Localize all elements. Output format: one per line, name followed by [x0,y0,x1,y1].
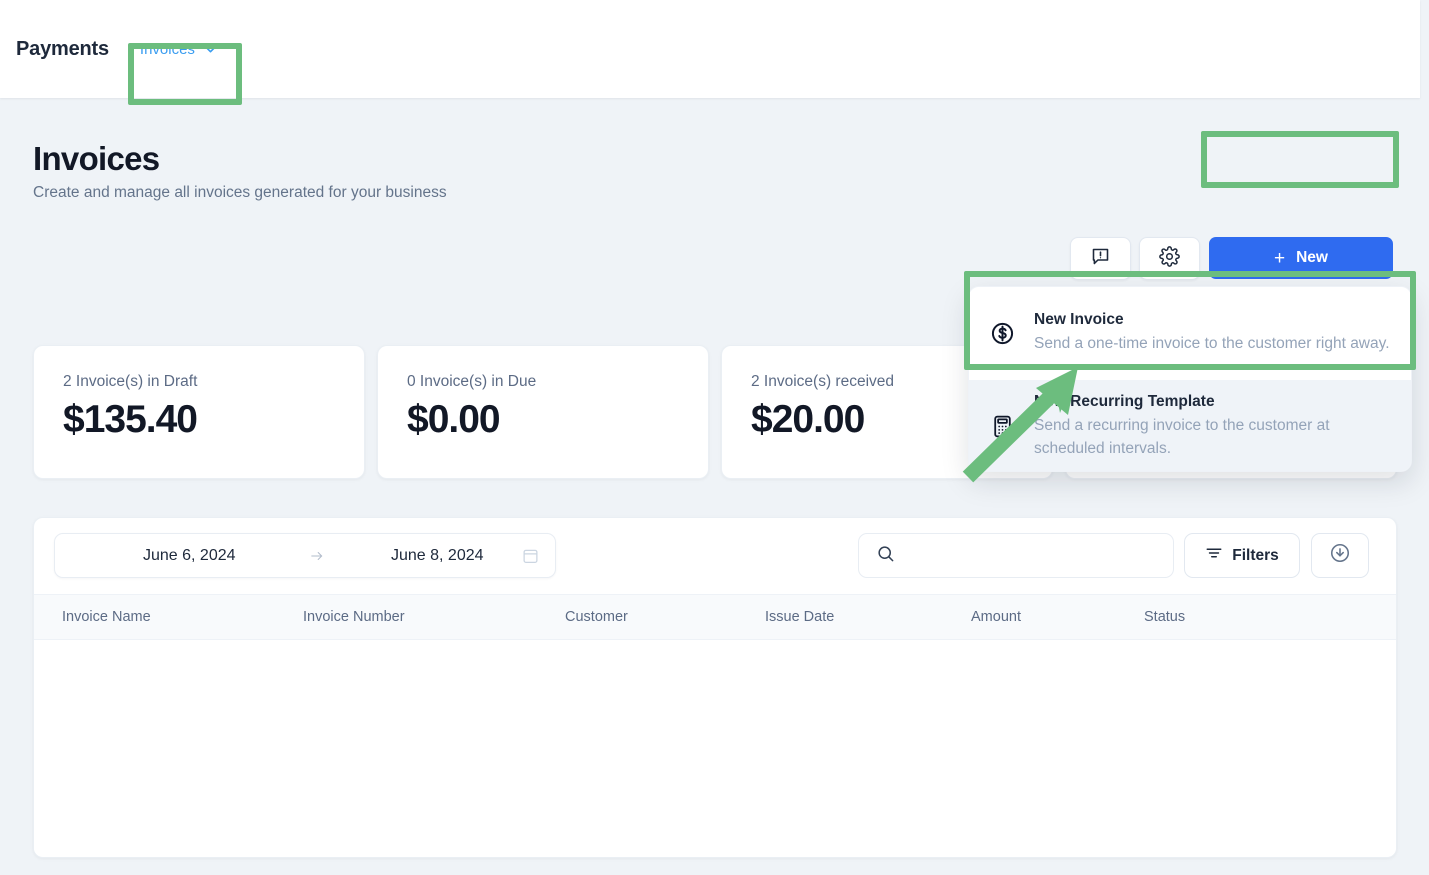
invoices-panel: June 6, 2024 June 8, 2024 Filters Invoic… [33,517,1397,858]
filters-button[interactable]: Filters [1184,533,1300,578]
menu-item-description: Send a recurring invoice to the customer… [1034,416,1330,457]
menu-item-new-recurring-template[interactable]: New Recurring Template Send a recurring … [969,380,1411,471]
stat-card-draft: 2 Invoice(s) in Draft $135.40 [33,345,365,479]
search-icon [876,544,895,568]
app-root: Payments Invoices Invoices Create and ma… [0,0,1429,875]
arrow-right-icon [308,549,326,563]
stat-card-label: 2 Invoice(s) in Draft [63,373,198,390]
filter-icon [1205,544,1223,567]
column-header-invoice-name[interactable]: Invoice Name [62,609,151,625]
column-header-customer[interactable]: Customer [565,609,628,625]
page-title: Invoices [33,140,160,177]
invoices-tab[interactable]: Invoices [138,37,219,62]
calendar-icon[interactable] [522,547,539,565]
page-body: Invoices Create and manage all invoices … [0,98,1420,875]
menu-item-new-invoice[interactable]: New Invoice Send a one-time invoice to t… [969,287,1411,380]
download-circle-icon [1329,542,1351,569]
date-from-value: June 6, 2024 [143,546,236,564]
stat-card-value: $135.40 [63,398,198,441]
search-box[interactable] [858,533,1174,578]
stat-card-label: 0 Invoice(s) in Due [407,373,537,390]
top-header-bar: Payments Invoices [0,0,1420,98]
new-dropdown-menu: New Invoice Send a one-time invoice to t… [968,286,1412,472]
search-input[interactable] [907,547,1147,564]
date-to-value: June 8, 2024 [391,546,484,564]
column-header-status[interactable]: Status [1144,609,1185,625]
column-header-issue-date[interactable]: Issue Date [765,609,834,625]
dollar-circle-icon [989,321,1015,346]
calculator-icon [989,414,1015,439]
stat-card-due: 0 Invoice(s) in Due $0.00 [377,345,709,479]
date-range-picker[interactable]: June 6, 2024 June 8, 2024 [54,533,556,578]
table-body-empty [34,640,1396,856]
menu-item-description: Send a one-time invoice to the customer … [1034,335,1390,353]
menu-item-title: New Recurring Template [1034,392,1215,410]
invoices-tab-label: Invoices [139,40,195,58]
chevron-down-icon [204,43,217,56]
column-header-amount[interactable]: Amount [971,609,1021,625]
table-toolbar: June 6, 2024 June 8, 2024 Filters [34,518,1396,594]
table-header-row: Invoice Name Invoice Number Customer Iss… [34,594,1396,640]
filters-button-label: Filters [1232,546,1279,564]
stat-card-label: 2 Invoice(s) received [751,373,895,390]
stat-card-value: $20.00 [751,398,865,441]
page-subtitle: Create and manage all invoices generated… [33,184,447,201]
export-button[interactable] [1311,533,1369,578]
menu-item-title: New Invoice [1034,311,1124,329]
column-header-invoice-number[interactable]: Invoice Number [303,609,405,625]
stat-card-value: $0.00 [407,398,501,441]
app-title: Payments [16,37,109,60]
